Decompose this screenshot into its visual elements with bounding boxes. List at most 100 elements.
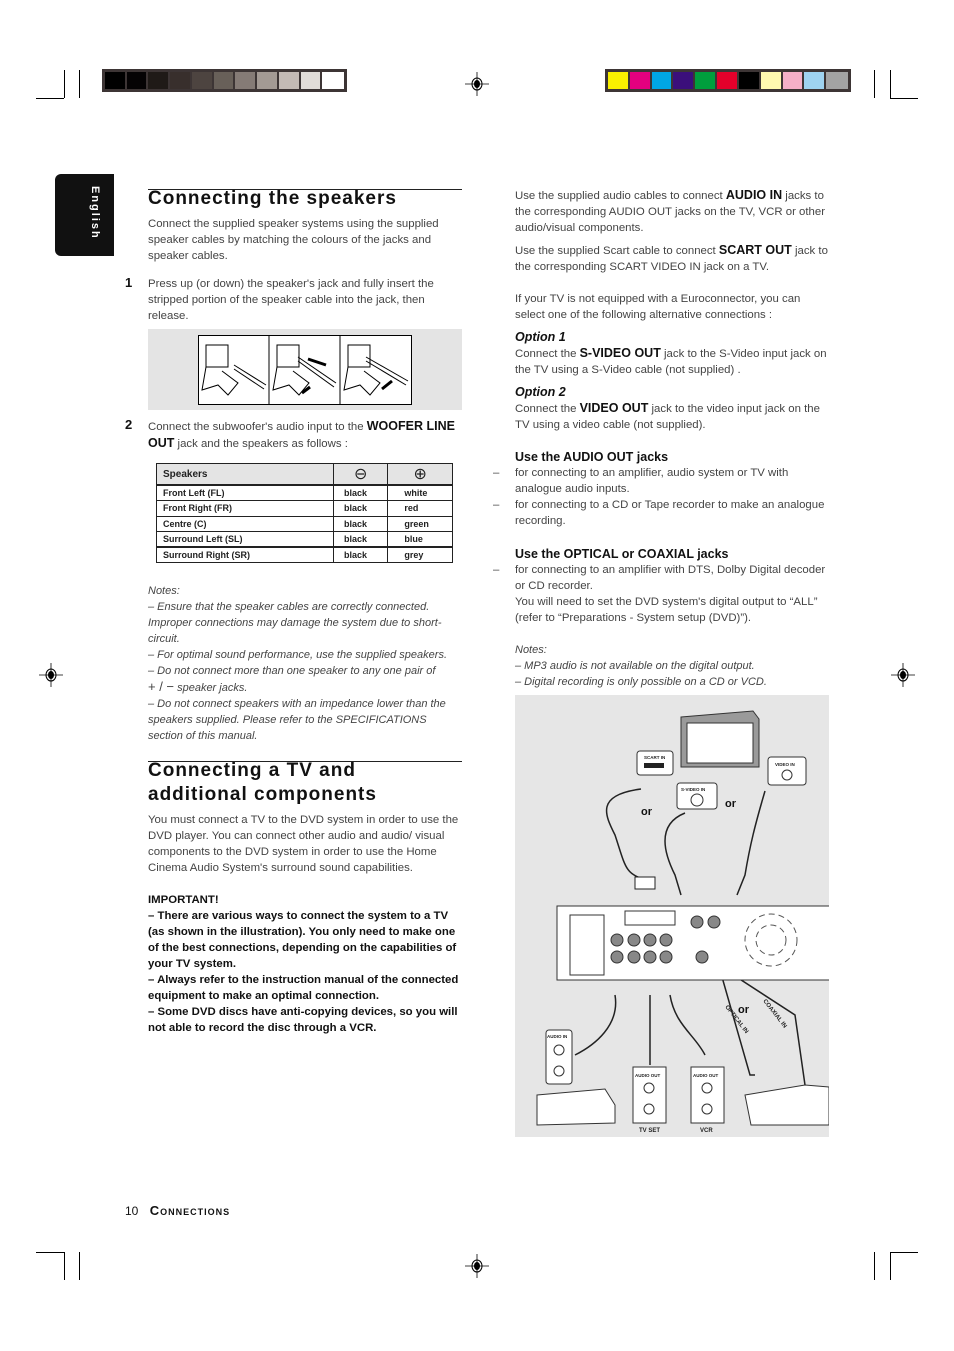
grayscale-bar [102,69,347,92]
color-swatch [651,72,674,89]
color-bar [605,69,851,92]
note-item: – Digital recording is only possible on … [515,676,767,688]
t: Connect the [515,403,580,415]
cell: black [332,515,389,533]
cell: Surround Left (SL) [156,531,334,548]
plus-minus-symbol: + / − [148,679,175,694]
dvd-rear-panel [556,905,829,981]
crop-mark [64,70,65,98]
important-block: IMPORTANT! – There are various ways to c… [148,892,462,1036]
notes-title: Notes: [148,585,180,597]
table-row: Surround Right (SR) black grey [156,546,453,564]
color-swatch [278,72,301,89]
t: SCART OUT [718,243,792,257]
intro-text: Connect the supplied speaker systems usi… [148,218,439,262]
tv-set-label: TV SET [639,1128,660,1134]
vcr-label: VCR [700,1128,713,1134]
crop-mark [874,70,875,98]
connection-diagram: SCART IN S-VIDEO IN VIDEO IN or or or AU… [515,695,829,1137]
cell: Front Left (FL) [156,484,334,502]
crop-mark [79,1252,80,1280]
option-1-text: Connect the S-VIDEO OUT jack to the S-Vi… [515,345,833,378]
color-swatch [629,72,652,89]
important-item: – Some DVD discs have anti-copying devic… [148,1006,458,1034]
t: for connecting to an amplifier, audio sy… [515,467,789,495]
table-row: Front Left (FL) black white [156,484,453,502]
important-item: – There are various ways to connect the … [148,910,457,970]
euroconnector-para: If your TV is not equipped with a Euroco… [515,293,801,321]
step-2-pre: Connect the subwoofer's audio input to t… [148,421,367,433]
scart-in-label: SCART IN [644,755,665,760]
color-swatch [126,72,149,89]
t: for connecting to a CD or Tape recorder … [515,499,825,527]
speaker-jack-illustration [148,329,462,410]
header-minus: ⊖ [332,463,389,486]
t: S-VIDEO OUT [579,346,661,360]
color-swatch [826,72,849,89]
option-2-text: Connect the VIDEO OUT jack to the video … [515,400,833,433]
color-swatch [608,72,630,89]
language-tab: English [55,174,114,256]
color-swatch [673,72,696,89]
color-swatch [760,72,783,89]
cell: black [332,484,389,502]
note-item: – Ensure that the speaker cables are cor… [148,601,442,645]
audio-in-label: AUDIO IN [547,1034,567,1039]
color-swatch [213,72,236,89]
audio-out-label: AUDIO OUT [693,1073,719,1078]
table-row: Surround Left (SL) black blue [156,531,453,548]
table-header-row: Speakers ⊖ ⊕ [156,463,453,486]
or-label: or [738,1004,750,1016]
cell: black [332,546,389,564]
crop-mark [64,1252,65,1280]
t: Use the supplied Scart cable to connect [515,245,719,257]
tv-illustration [680,710,760,768]
intro-text-2: You must connect a TV to the DVD system … [148,814,459,874]
important-title: IMPORTANT! [148,894,219,906]
language-tab-label: English [89,186,101,240]
note-item: – For optimal sound performance, use the… [148,649,447,661]
page-footer: 10 Connections [125,1203,230,1218]
table-row: Centre (C) black green [156,515,453,533]
coaxial-in-label: COAXIAL IN [761,999,787,1030]
step-2-text: Connect the subwoofer's audio input to t… [148,418,462,452]
crop-mark [874,1252,875,1280]
or-label: or [725,798,737,810]
table-row: Front Right (FR) black red [156,500,453,517]
crop-mark [890,1252,918,1253]
registration-mark-icon [465,72,489,96]
cell: black [332,531,389,548]
color-swatch [717,72,739,89]
list-item: – for connecting to an amplifier with DTS… [493,564,826,592]
note-item: – MP3 audio is not available on the digi… [515,660,755,672]
cell: Centre (C) [156,515,334,533]
color-swatch [782,72,805,89]
cell: red [387,500,453,517]
or-label: or [641,806,653,818]
speaker-notes: Notes: – Ensure that the speaker cables … [148,583,462,744]
scart-para: Use the supplied Scart cable to connect … [515,242,833,275]
t: for connecting to an amplifier with DTS,… [515,564,826,592]
color-swatch [257,72,279,89]
registration-mark-icon [891,663,915,687]
optical-title: Use the OPTICAL or COAXIAL jacks [515,547,729,561]
cell: grey [387,546,453,564]
right-notes: Notes: – MP3 audio is not available on t… [515,642,833,690]
footer-section: Connections [149,1203,231,1218]
color-swatch [695,72,718,89]
step-number: 1 [125,275,133,290]
color-swatch [300,72,323,89]
video-in-label: VIDEO IN [775,762,795,767]
audio-out-label: AUDIO OUT [635,1073,661,1078]
t: Use the supplied audio cables to connect [515,190,726,202]
notes-title: Notes: [515,644,547,656]
speaker-color-table: Speakers ⊖ ⊕ Front Left (FL) black white F… [156,463,453,564]
section-title: Connecting the speakers [148,188,397,209]
audio-in-para: Use the supplied audio cables to connect… [515,187,833,236]
color-swatch [191,72,214,89]
important-item: – Always refer to the instruction manual… [148,974,459,1002]
right-text: Use the supplied audio cables to connect… [493,187,833,690]
crop-mark [36,98,64,99]
note-item: + / − speaker jacks. [148,679,462,696]
step-number: 2 [125,417,133,432]
